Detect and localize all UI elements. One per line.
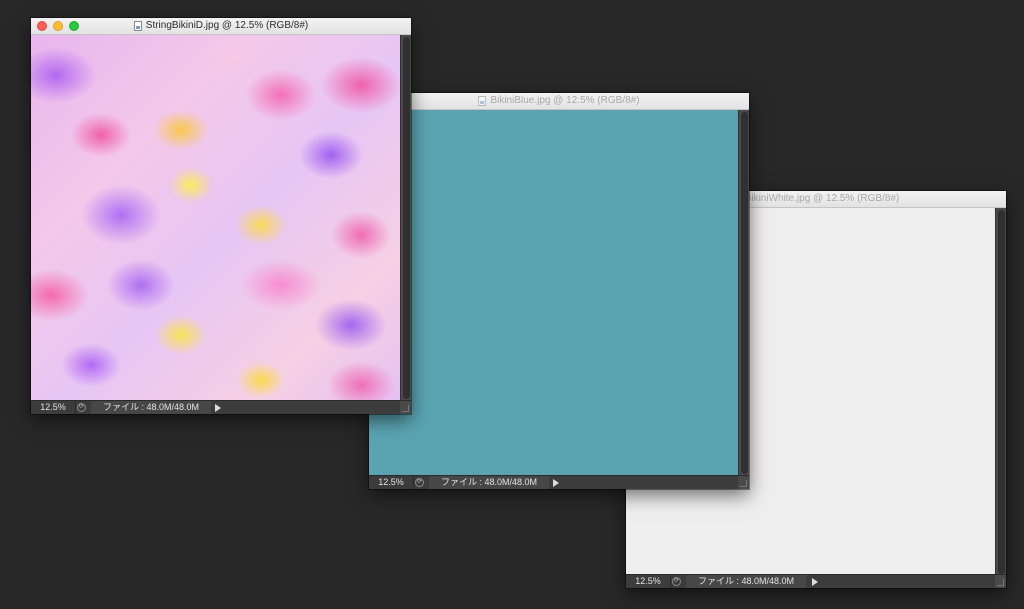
document-window-string-bikini[interactable]: StringBikiniD.jpg @ 12.5% (RGB/8#) 12.5%… — [31, 18, 411, 414]
zoom-level[interactable]: 12.5% — [369, 476, 414, 489]
rotate-view-icon[interactable]: ⟳ — [77, 403, 86, 412]
scrollbar-thumb[interactable] — [403, 37, 410, 399]
desktop: { "colors": { "desktop_bg": "#282828", "… — [0, 0, 1024, 609]
file-size-info: ファイル : 48.0M/48.0M — [91, 401, 211, 414]
document-canvas-watercolor[interactable] — [31, 35, 400, 402]
scrollbar-thumb[interactable] — [998, 210, 1005, 574]
resize-grip-icon[interactable] — [400, 401, 411, 414]
scrollbar-thumb[interactable] — [741, 112, 748, 474]
window-titlebar[interactable]: StringBikiniD.jpg @ 12.5% (RGB/8#) — [31, 18, 411, 35]
document-window-bikini-blue[interactable]: BikiniBlue.jpg @ 12.5% (RGB/8#) 12.5% ⟳ … — [369, 93, 749, 489]
minimize-window-button[interactable] — [53, 21, 63, 31]
window-title: BikiniWhite.jpg @ 12.5% (RGB/8#) — [744, 193, 900, 204]
vertical-scrollbar[interactable] — [400, 35, 411, 401]
window-title: BikiniBlue.jpg @ 12.5% (RGB/8#) — [490, 95, 640, 106]
rotate-view-icon[interactable]: ⟳ — [415, 478, 424, 487]
file-size-info: ファイル : 48.0M/48.0M — [686, 575, 806, 588]
resize-grip-icon[interactable] — [738, 476, 749, 489]
window-titlebar[interactable]: BikiniBlue.jpg @ 12.5% (RGB/8#) — [369, 93, 749, 110]
status-menu-arrow-icon[interactable] — [553, 479, 559, 487]
rotate-view-icon[interactable]: ⟳ — [672, 577, 681, 586]
document-icon — [133, 21, 142, 31]
zoom-window-button[interactable] — [69, 21, 79, 31]
status-menu-arrow-icon[interactable] — [812, 578, 818, 586]
resize-grip-icon[interactable] — [995, 575, 1006, 588]
window-title: StringBikiniD.jpg @ 12.5% (RGB/8#) — [145, 20, 309, 31]
status-bar: 12.5% ⟳ ファイル : 48.0M/48.0M — [626, 574, 1006, 588]
zoom-level[interactable]: 12.5% — [31, 401, 76, 414]
vertical-scrollbar[interactable] — [738, 110, 749, 476]
status-bar: 12.5% ⟳ ファイル : 48.0M/48.0M — [31, 400, 411, 414]
document-canvas[interactable] — [369, 110, 738, 477]
close-window-button[interactable] — [37, 21, 47, 31]
status-bar: 12.5% ⟳ ファイル : 48.0M/48.0M — [369, 475, 749, 489]
file-size-info: ファイル : 48.0M/48.0M — [429, 476, 549, 489]
zoom-level[interactable]: 12.5% — [626, 575, 671, 588]
status-menu-arrow-icon[interactable] — [215, 404, 221, 412]
vertical-scrollbar[interactable] — [995, 208, 1006, 576]
document-icon — [478, 96, 487, 106]
